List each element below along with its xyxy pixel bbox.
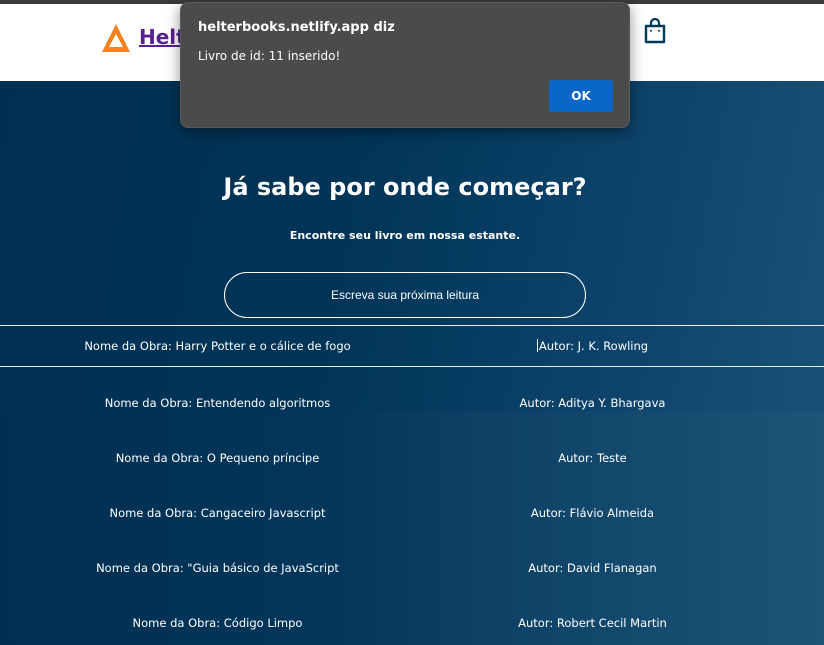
book-author: Autor: Aditya Y. Bhargava [519, 396, 666, 410]
alert-dialog: helterbooks.netlify.app diz Livro de id:… [180, 2, 630, 128]
dialog-site: helterbooks.netlify.app diz [198, 20, 395, 35]
book-name: Nome da Obra: O Pequeno príncipe [115, 451, 320, 465]
book-row[interactable]: Nome da Obra: Harry Potter e o cálice de… [0, 325, 824, 367]
logo-icon[interactable] [100, 22, 132, 54]
book-name: Nome da Obra: Harry Potter e o cálice de… [84, 339, 351, 353]
ok-button[interactable]: OK [549, 80, 613, 112]
book-author: Autor: Teste [558, 451, 627, 465]
search-input[interactable]: Escreva sua próxima leitura [224, 272, 586, 318]
book-name: Nome da Obra: Cangaceiro Javascript [109, 506, 326, 520]
book-row[interactable]: Nome da Obra: Entendendo algoritmos Auto… [0, 383, 824, 423]
book-name: Nome da Obra: "Guia básico de JavaScript [96, 561, 339, 575]
book-author: Autor: Flávio Almeida [530, 506, 655, 520]
book-author: Autor: Robert Cecil Martin [518, 616, 667, 630]
book-author: Autor: J. K. Rowling [385, 339, 800, 353]
book-name: Nome da Obra: Código Limpo [132, 616, 303, 630]
book-row[interactable]: Nome da Obra: Código Limpo Autor: Robert… [0, 603, 824, 643]
book-name: Nome da Obra: Entendendo algoritmos [104, 396, 331, 410]
book-row[interactable]: Nome da Obra: Cangaceiro Javascript Auto… [0, 493, 824, 533]
book-author-text: Autor: J. K. Rowling [538, 339, 649, 353]
book-row[interactable]: Nome da Obra: "Guia básico de JavaScript… [0, 548, 824, 588]
page-title: Já sabe por onde começar? [223, 173, 587, 201]
page-subtitle: Encontre seu livro em nossa estante. [289, 229, 521, 242]
book-row[interactable]: Nome da Obra: O Pequeno príncipe Autor: … [0, 438, 824, 478]
shopping-bag-icon[interactable] [643, 18, 667, 44]
text-cursor [536, 339, 538, 352]
dialog-message: Livro de id: 11 inserido! [198, 49, 341, 63]
book-author: Autor: David Flanagan [528, 561, 657, 575]
